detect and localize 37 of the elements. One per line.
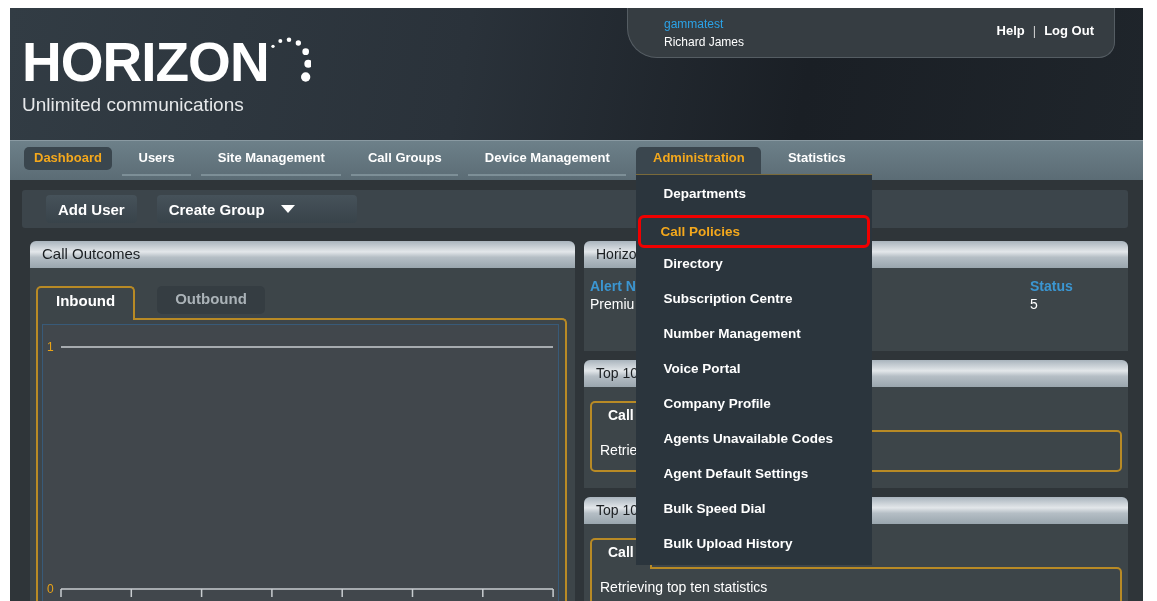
logo-wordmark: HORIZON — [22, 36, 269, 88]
menu-item[interactable]: Voice Portal — [638, 355, 871, 388]
status-message: Retrieving top ten statistics — [600, 579, 768, 595]
column-header: Status — [1030, 277, 1073, 295]
nav-tab[interactable]: Users — [121, 147, 192, 176]
link-separator: | — [1032, 23, 1037, 40]
nav-tab[interactable]: Call Groups — [351, 147, 459, 176]
menu-item[interactable]: Directory — [638, 250, 871, 283]
nav-tab[interactable]: Device Management — [468, 147, 627, 176]
account-link[interactable]: gammatest — [664, 15, 745, 33]
header-link[interactable]: Help — [996, 23, 1025, 41]
menu-item[interactable]: Call Policies — [638, 215, 871, 248]
table-cell: Premiu — [590, 295, 635, 313]
nav-tab[interactable]: Dashboard — [24, 147, 112, 170]
nav-tab[interactable]: Statistics — [771, 147, 863, 176]
tab[interactable]: Outbound — [157, 286, 265, 314]
tab[interactable]: Inbound — [36, 286, 136, 320]
nav-tab[interactable]: Site Management — [201, 147, 342, 176]
dropdown-button[interactable]: Create Group — [156, 195, 357, 223]
menu-item[interactable]: Agent Default Settings — [638, 460, 871, 493]
status-message: Retrie — [600, 442, 638, 458]
panel-title: Horizo — [596, 246, 637, 262]
add-button[interactable]: Add User — [46, 195, 137, 223]
panel-title: Call Outcomes — [42, 245, 141, 262]
header-link[interactable]: Log Out — [1044, 23, 1094, 41]
nav-tab[interactable]: Administration — [636, 147, 762, 176]
axis-tick-label: 1 — [47, 340, 54, 354]
table-cell: 5 — [1030, 295, 1038, 313]
menu-item[interactable]: Number Management — [638, 320, 871, 353]
column-header: Alert N — [590, 277, 636, 295]
caret-icon — [280, 205, 295, 213]
user-name: Richard James — [664, 34, 745, 51]
logo-tagline: Unlimited communications — [22, 94, 245, 116]
menu-item[interactable]: Subscription Centre — [638, 285, 871, 318]
menu-item[interactable]: Bulk Speed Dial — [638, 495, 871, 528]
menu-item[interactable]: Departments — [638, 180, 871, 213]
axis-tick-label: 0 — [47, 582, 54, 596]
